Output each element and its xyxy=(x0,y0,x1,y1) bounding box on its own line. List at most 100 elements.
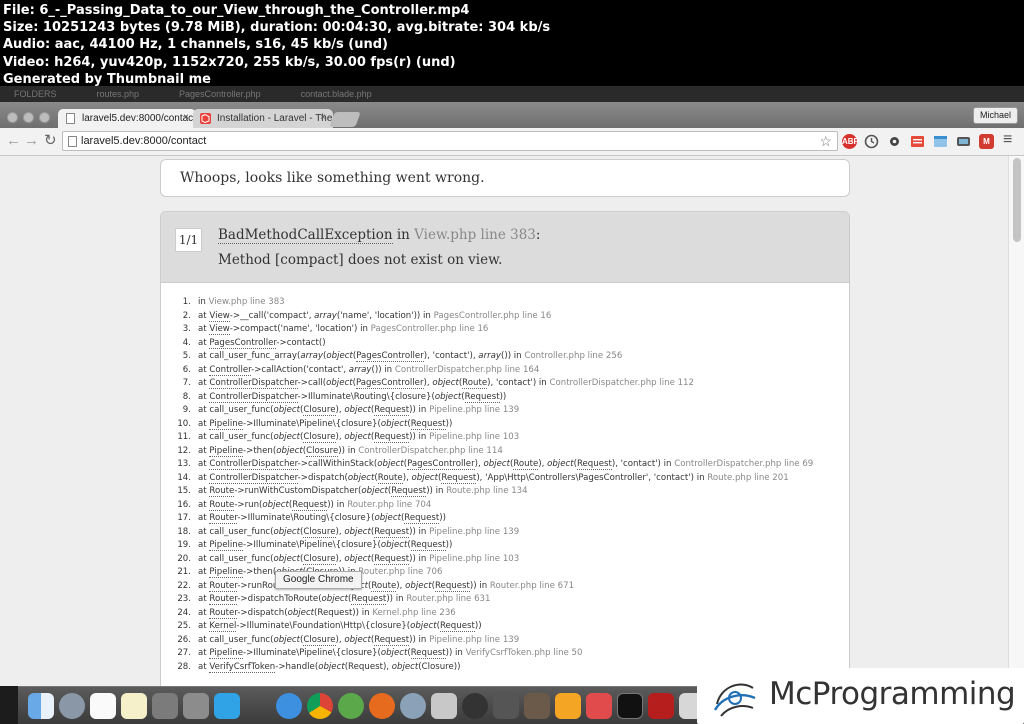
trace-file-location: Router.php line 704 xyxy=(347,499,432,510)
trace-class-name: Request xyxy=(404,513,440,524)
trace-text: ->call( xyxy=(297,378,327,388)
forward-arrow-icon[interactable]: → xyxy=(24,133,39,149)
editor-label: FOLDERS xyxy=(14,89,57,99)
minimize-window-button[interactable] xyxy=(23,112,34,123)
trace-text: ->then( xyxy=(243,567,277,577)
trace-text: at call_user_func( xyxy=(198,432,274,442)
trace-text: object xyxy=(326,351,353,361)
trace-text: at xyxy=(198,337,210,348)
page-scrollbar[interactable] xyxy=(1008,156,1024,686)
scrollbar-thumb[interactable] xyxy=(1013,158,1021,242)
trace-file-location: ControllerDispatcher.php line 69 xyxy=(674,459,814,469)
chrome-icon[interactable] xyxy=(307,693,333,719)
trace-class-name: Request xyxy=(441,472,477,484)
trace-text: object xyxy=(276,445,303,456)
trace-text: object xyxy=(411,472,439,483)
trace-text: ->callAction('contact', xyxy=(251,364,349,375)
trace-number: 5. xyxy=(182,351,191,361)
mission-control-icon[interactable] xyxy=(152,693,178,719)
contacts-icon[interactable] xyxy=(431,693,457,719)
zoom-window-button[interactable] xyxy=(39,112,50,123)
calendar-icon[interactable] xyxy=(90,693,116,719)
back-arrow-icon[interactable]: ← xyxy=(6,133,21,149)
mail-icon[interactable] xyxy=(400,693,426,719)
clock-extension-icon[interactable] xyxy=(864,134,879,149)
trace-text: object xyxy=(432,378,459,388)
tab-contact[interactable]: laravel5.dev:8000/contact × xyxy=(58,109,196,128)
reload-icon[interactable]: ↻ xyxy=(44,133,57,149)
window-extension-icon[interactable] xyxy=(933,134,948,149)
trace-class-name: Router xyxy=(209,513,238,524)
trace-text: ->compact('name', 'location') in xyxy=(229,324,371,334)
app-icon[interactable] xyxy=(524,693,550,719)
sublime-text-icon[interactable] xyxy=(586,693,612,719)
trace-class-name: Route xyxy=(209,499,235,511)
trace-text: ), xyxy=(402,472,412,483)
trace-file-location: Router.php line 631 xyxy=(406,594,491,604)
brand-name: McProgramming xyxy=(769,676,1016,712)
gmail-icon[interactable]: M xyxy=(979,134,994,149)
trace-text: ->Illuminate\Routing\{closure}( xyxy=(297,391,435,402)
firefox-icon[interactable] xyxy=(369,693,395,719)
trace-row: 14. at ControllerDispatcher->dispatch(obj… xyxy=(177,472,849,486)
close-window-button[interactable] xyxy=(7,112,18,123)
terminal-icon[interactable] xyxy=(617,693,643,719)
trace-text: object xyxy=(391,661,419,672)
globe-icon[interactable] xyxy=(338,693,364,719)
trace-text: object xyxy=(262,499,289,510)
launchpad-icon[interactable] xyxy=(59,693,85,719)
exception-panel: 1/1 BadMethodCallException in View.php l… xyxy=(160,211,850,686)
safari-icon[interactable] xyxy=(276,693,302,719)
trace-text: )) xyxy=(445,540,453,550)
trace-text: at xyxy=(198,324,210,334)
cloud-extension-icon[interactable] xyxy=(956,134,971,149)
finder-icon[interactable] xyxy=(28,693,54,719)
new-tab-button[interactable] xyxy=(329,112,361,127)
trace-text: at xyxy=(198,472,210,483)
trace-row: 7. at ControllerDispatcher->call(object(P… xyxy=(177,377,849,391)
trace-text: object xyxy=(273,432,300,442)
close-tab-icon[interactable]: × xyxy=(183,112,189,123)
tab-title: laravel5.dev:8000/contact xyxy=(82,113,196,124)
menu-icon[interactable]: ≡ xyxy=(1003,132,1012,148)
mcprogramming-watermark: McProgramming xyxy=(697,668,1024,724)
trace-text: )) in xyxy=(409,432,430,442)
trace-file-location: PagesController.php line 16 xyxy=(370,324,489,334)
address-bar[interactable]: laravel5.dev:8000/contact ☆ xyxy=(62,131,838,151)
trace-number: 6. xyxy=(182,364,191,375)
bookmark-star-icon[interactable]: ☆ xyxy=(819,133,832,150)
tab-installation[interactable]: Installation - Laravel - The × xyxy=(193,109,333,128)
filezilla-icon[interactable] xyxy=(648,693,674,719)
twitter-icon[interactable] xyxy=(214,693,240,719)
exception-message: Method [compact] does not exist on view. xyxy=(218,252,503,268)
system-preferences-icon[interactable] xyxy=(183,693,209,719)
trace-text: object xyxy=(547,459,574,469)
close-tab-icon[interactable]: × xyxy=(320,112,326,123)
trace-text: )) in xyxy=(386,594,407,604)
github-icon[interactable] xyxy=(462,693,488,719)
tower-icon[interactable] xyxy=(493,693,519,719)
trace-file-location: Router.php line 706 xyxy=(358,567,443,577)
mac-dock xyxy=(18,686,708,724)
trace-text: ()) in xyxy=(500,351,525,361)
trace-class-name: Request xyxy=(374,526,410,538)
trace-number: 28. xyxy=(177,661,191,672)
gear-icon[interactable] xyxy=(887,134,902,149)
profile-button[interactable]: Michael xyxy=(972,107,1018,124)
video-info-header: File: 6_-_Passing_Data_to_our_View_throu… xyxy=(0,0,1024,87)
trace-text: at call_user_func( xyxy=(198,634,274,645)
trace-text: at xyxy=(198,391,210,402)
sketch-icon[interactable] xyxy=(555,693,581,719)
video-size-line: Size: 10251243 bytes (9.78 MiB), duratio… xyxy=(3,20,551,36)
trace-text: at xyxy=(198,378,210,388)
notes-extension-icon[interactable] xyxy=(910,134,925,149)
trace-text: at xyxy=(198,648,210,658)
page-icon xyxy=(66,113,75,124)
notes-icon[interactable] xyxy=(121,693,147,719)
trace-text: ->dispatch( xyxy=(237,607,288,618)
trace-file-location: VerifyCsrfToken.php line 50 xyxy=(465,648,583,658)
trace-class-name: Closure xyxy=(306,445,339,457)
trace-row: 5. at call_user_func_array(array(object(P… xyxy=(177,350,849,364)
page-icon xyxy=(68,136,77,147)
adblock-plus-icon[interactable]: ABP xyxy=(842,134,859,149)
